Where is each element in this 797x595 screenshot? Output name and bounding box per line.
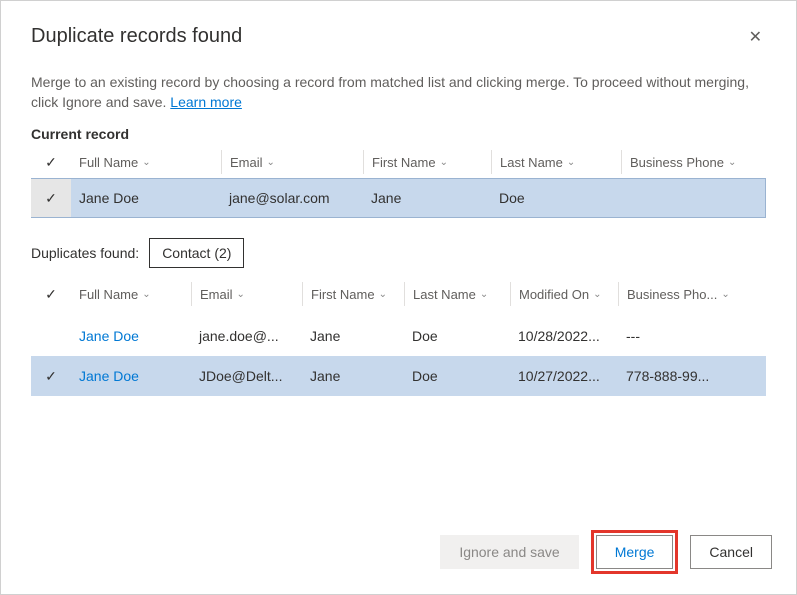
chevron-down-icon: ⌄ xyxy=(237,289,245,300)
col-full-name[interactable]: Full Name ⌄ xyxy=(71,150,221,174)
cell-email: JDoe@Delt... xyxy=(191,368,302,384)
col-label: Full Name xyxy=(79,287,138,302)
col-first-name[interactable]: First Name ⌄ xyxy=(363,150,491,174)
cell-full-name[interactable]: Jane Doe xyxy=(71,368,191,384)
col-label: First Name xyxy=(311,287,375,302)
col-business-phone[interactable]: Business Phone ⌄ xyxy=(621,150,761,174)
cell-last-name: Doe xyxy=(404,368,510,384)
chevron-down-icon: ⌄ xyxy=(379,289,387,300)
duplicates-found-label: Duplicates found: xyxy=(31,245,139,261)
select-all-duplicates[interactable]: ✓ xyxy=(31,286,71,303)
chevron-down-icon: ⌄ xyxy=(440,157,448,168)
dialog-description: Merge to an existing record by choosing … xyxy=(31,73,766,112)
duplicate-records-dialog: Duplicate records found ✕ Merge to an ex… xyxy=(0,0,797,595)
duplicates-table: ✓ Full Name ⌄ Email ⌄ First Name ⌄ Last Nam… xyxy=(31,278,766,396)
duplicate-row[interactable]: ✓ Jane Doe JDoe@Delt... Jane Doe 10/27/2… xyxy=(31,356,766,396)
col-label: First Name xyxy=(372,155,436,170)
chevron-down-icon: ⌄ xyxy=(593,289,601,300)
current-record-row[interactable]: ✓ Jane Doe jane@solar.com Jane Doe xyxy=(31,178,766,218)
cell-email: jane@solar.com xyxy=(221,190,363,206)
col-label: Business Phone xyxy=(630,155,724,170)
chevron-down-icon: ⌄ xyxy=(728,157,736,168)
cell-modified-on: 10/27/2022... xyxy=(510,368,618,384)
cell-last-name: Doe xyxy=(404,328,510,344)
select-all-current[interactable]: ✓ xyxy=(31,154,71,171)
entity-chip-contact[interactable]: Contact (2) xyxy=(149,238,244,268)
cell-first-name: Jane xyxy=(302,328,404,344)
duplicate-row[interactable]: Jane Doe jane.doe@... Jane Doe 10/28/202… xyxy=(31,316,766,356)
dialog-header: Duplicate records found ✕ xyxy=(31,25,766,49)
cell-full-name: Jane Doe xyxy=(71,190,221,206)
chevron-down-icon: ⌄ xyxy=(480,289,488,300)
col-label: Business Pho... xyxy=(627,287,717,302)
col-business-phone[interactable]: Business Pho... ⌄ xyxy=(618,282,748,306)
cell-business-phone: --- xyxy=(618,328,748,344)
check-icon: ✓ xyxy=(45,368,57,385)
cell-full-name[interactable]: Jane Doe xyxy=(71,328,191,344)
check-icon: ✓ xyxy=(45,154,57,171)
col-modified-on[interactable]: Modified On ⌄ xyxy=(510,282,618,306)
cell-business-phone: 778-888-99... xyxy=(618,368,748,384)
col-label: Modified On xyxy=(519,287,589,302)
col-full-name[interactable]: Full Name ⌄ xyxy=(71,282,191,306)
col-label: Email xyxy=(230,155,263,170)
col-label: Full Name xyxy=(79,155,138,170)
chevron-down-icon: ⌄ xyxy=(567,157,575,168)
cancel-button[interactable]: Cancel xyxy=(690,535,772,569)
current-table-header: ✓ Full Name ⌄ Email ⌄ First Name ⌄ Last Nam… xyxy=(31,146,766,178)
merge-highlight: Merge xyxy=(591,530,679,574)
description-text: Merge to an existing record by choosing … xyxy=(31,74,749,110)
col-label: Last Name xyxy=(500,155,563,170)
chevron-down-icon: ⌄ xyxy=(142,289,150,300)
col-label: Last Name xyxy=(413,287,476,302)
current-record-table: ✓ Full Name ⌄ Email ⌄ First Name ⌄ Last Nam… xyxy=(31,146,766,218)
col-last-name[interactable]: Last Name ⌄ xyxy=(404,282,510,306)
duplicates-found-line: Duplicates found: Contact (2) xyxy=(31,238,766,268)
cell-first-name: Jane xyxy=(302,368,404,384)
merge-button[interactable]: Merge xyxy=(596,535,674,569)
cell-first-name: Jane xyxy=(363,190,491,206)
row-selector[interactable]: ✓ xyxy=(31,368,71,385)
chevron-down-icon: ⌄ xyxy=(721,289,729,300)
dialog-footer: Ignore and save Merge Cancel xyxy=(440,530,772,574)
current-record-title: Current record xyxy=(31,126,766,142)
chevron-down-icon: ⌄ xyxy=(267,157,275,168)
cell-email: jane.doe@... xyxy=(191,328,302,344)
dialog-title: Duplicate records found xyxy=(31,25,242,48)
col-first-name[interactable]: First Name ⌄ xyxy=(302,282,404,306)
row-selector[interactable]: ✓ xyxy=(31,179,71,217)
col-email[interactable]: Email ⌄ xyxy=(191,282,302,306)
col-last-name[interactable]: Last Name ⌄ xyxy=(491,150,621,174)
close-icon[interactable]: ✕ xyxy=(745,25,766,49)
duplicates-table-header: ✓ Full Name ⌄ Email ⌄ First Name ⌄ Last Nam… xyxy=(31,278,766,310)
ignore-and-save-button[interactable]: Ignore and save xyxy=(440,535,578,569)
check-icon: ✓ xyxy=(45,286,57,303)
check-icon: ✓ xyxy=(45,190,57,207)
learn-more-link[interactable]: Learn more xyxy=(170,94,242,110)
col-email[interactable]: Email ⌄ xyxy=(221,150,363,174)
chevron-down-icon: ⌄ xyxy=(142,157,150,168)
cell-modified-on: 10/28/2022... xyxy=(510,328,618,344)
col-label: Email xyxy=(200,287,233,302)
cell-last-name: Doe xyxy=(491,190,621,206)
